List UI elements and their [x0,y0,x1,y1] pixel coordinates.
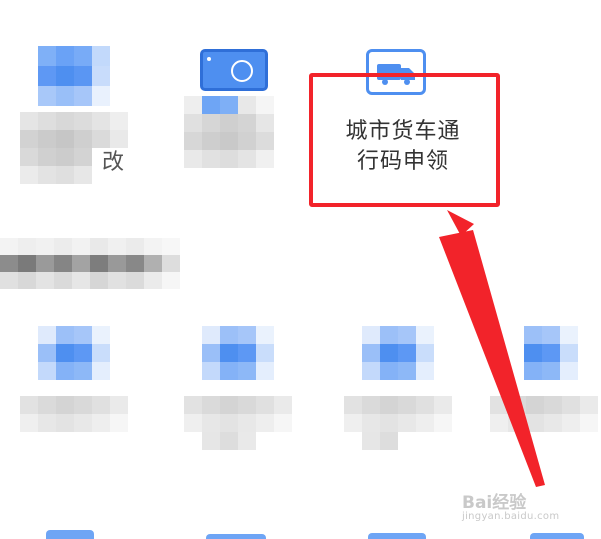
watermark-logo: Bai经验 [462,493,527,513]
annotation-arrow [439,210,545,487]
arrow-shaft [439,230,545,487]
watermark-url: jingyan.baidu.com [462,511,560,522]
watermark: Bai经验 jingyan.baidu.com [462,488,559,522]
